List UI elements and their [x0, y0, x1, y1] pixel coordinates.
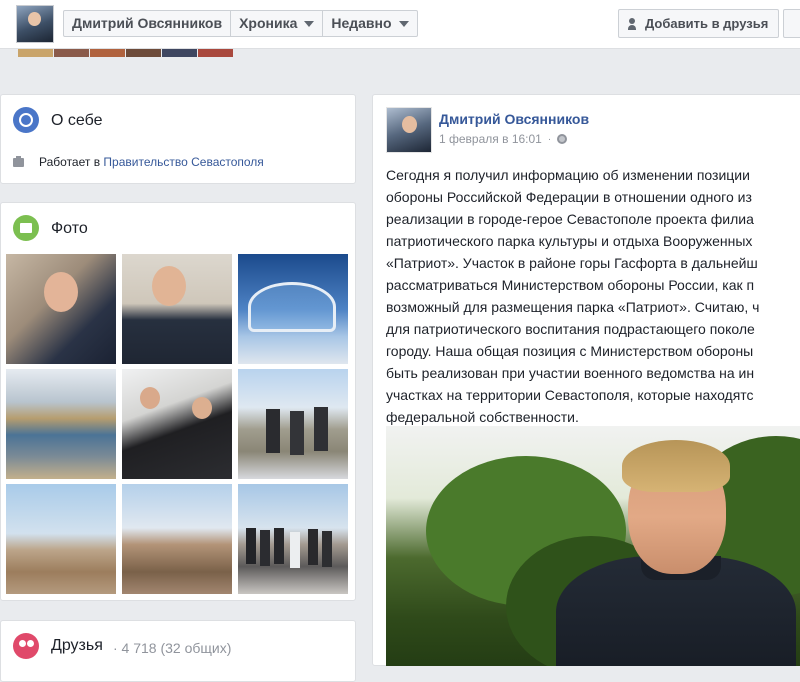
- add-friend-button[interactable]: Добавить в друзья: [618, 9, 780, 38]
- work-row: Работает в Правительство Севастополя: [13, 155, 264, 169]
- strip-thumb[interactable]: [90, 49, 125, 57]
- post-text-line: возможный для размещения парка «Патриот»…: [386, 299, 760, 315]
- post-text-line: для патриотического воспитания подрастаю…: [386, 321, 755, 337]
- post-text-line: Сегодня я получил информацию об изменени…: [386, 167, 750, 183]
- more-button[interactable]: [783, 9, 800, 38]
- strip-thumb[interactable]: [162, 49, 197, 57]
- post-author-avatar[interactable]: [386, 107, 432, 153]
- tab-recent-label: Недавно: [331, 15, 392, 31]
- about-card: [0, 94, 356, 184]
- photo-thumb-building[interactable]: [238, 254, 348, 364]
- post-text-line: рассматриваться Министерством обороны Ро…: [386, 277, 755, 293]
- post-author-name[interactable]: Дмитрий Овсянников: [439, 111, 589, 127]
- photo-thumb-walk[interactable]: [238, 369, 348, 479]
- globe-icon: [13, 107, 39, 133]
- person-hair: [622, 440, 730, 492]
- profile-name-button[interactable]: Дмитрий Овсянников: [64, 11, 232, 36]
- chevron-down-icon: [304, 20, 315, 27]
- strip-thumb[interactable]: [198, 49, 233, 57]
- tab-recent[interactable]: Недавно: [323, 11, 416, 36]
- post-meta: 1 февраля в 16:01 ·: [439, 132, 568, 146]
- photos-title[interactable]: Фото: [51, 220, 88, 238]
- profile-nav: Дмитрий Овсянников Хроника Недавно: [63, 10, 418, 37]
- work-prefix: Работает в: [39, 155, 101, 169]
- friends-icon: [13, 633, 39, 659]
- photo-strip: [18, 49, 233, 57]
- audience-globe-icon[interactable]: [557, 134, 568, 144]
- friends-count: · 4 718 (32 общих): [113, 640, 232, 656]
- meta-separator: ·: [547, 133, 552, 145]
- photo-thumb-portrait[interactable]: [6, 254, 116, 364]
- post-photo[interactable]: [386, 426, 800, 666]
- photo-thumb-portrait[interactable]: [122, 254, 232, 364]
- post-text-line: обороны Российской Федерации в отношении…: [386, 189, 752, 205]
- post-text-line: федеральной собственности.: [386, 409, 579, 425]
- post-body: Сегодня я получил информацию об изменени…: [386, 164, 800, 428]
- post-text-line: быть реализован при участии военного вед…: [386, 365, 755, 381]
- friends-title[interactable]: Друзья: [51, 637, 103, 655]
- photo-icon: [13, 215, 39, 241]
- photo-grid: [6, 254, 350, 594]
- photo-thumb-coast[interactable]: [6, 369, 116, 479]
- post-text-line: реализации в городе-герое Севастополе пр…: [386, 211, 754, 227]
- post-text-line: «Патриот». Участок в районе горы Гасфорт…: [386, 255, 758, 271]
- photo-thumb-group[interactable]: [238, 484, 348, 594]
- post-text-line: участках на территории Севастополя, кото…: [386, 387, 754, 403]
- briefcase-icon: [13, 155, 24, 167]
- strip-thumb[interactable]: [126, 49, 161, 57]
- post-text-line: городу. Наша общая позиция с Министерств…: [386, 343, 754, 359]
- photo-thumb-construction[interactable]: [6, 484, 116, 594]
- work-link[interactable]: Правительство Севастополя: [103, 155, 263, 169]
- tab-timeline[interactable]: Хроника: [231, 11, 324, 36]
- tab-timeline-label: Хроника: [239, 15, 298, 31]
- strip-thumb[interactable]: [18, 49, 53, 57]
- post-text-line: патриотического парка культуры и отдыха …: [386, 233, 753, 249]
- profile-name-label: Дмитрий Овсянников: [72, 15, 223, 31]
- chevron-down-icon: [398, 20, 409, 27]
- profile-avatar-small[interactable]: [16, 5, 54, 43]
- add-friend-icon: [628, 17, 640, 30]
- photo-thumb-meeting[interactable]: [122, 369, 232, 479]
- post-timestamp[interactable]: 1 февраля в 16:01: [439, 132, 542, 146]
- add-friend-label: Добавить в друзья: [645, 16, 769, 31]
- about-title: О себе: [51, 112, 103, 129]
- photo-thumb-trench[interactable]: [122, 484, 232, 594]
- strip-thumb[interactable]: [54, 49, 89, 57]
